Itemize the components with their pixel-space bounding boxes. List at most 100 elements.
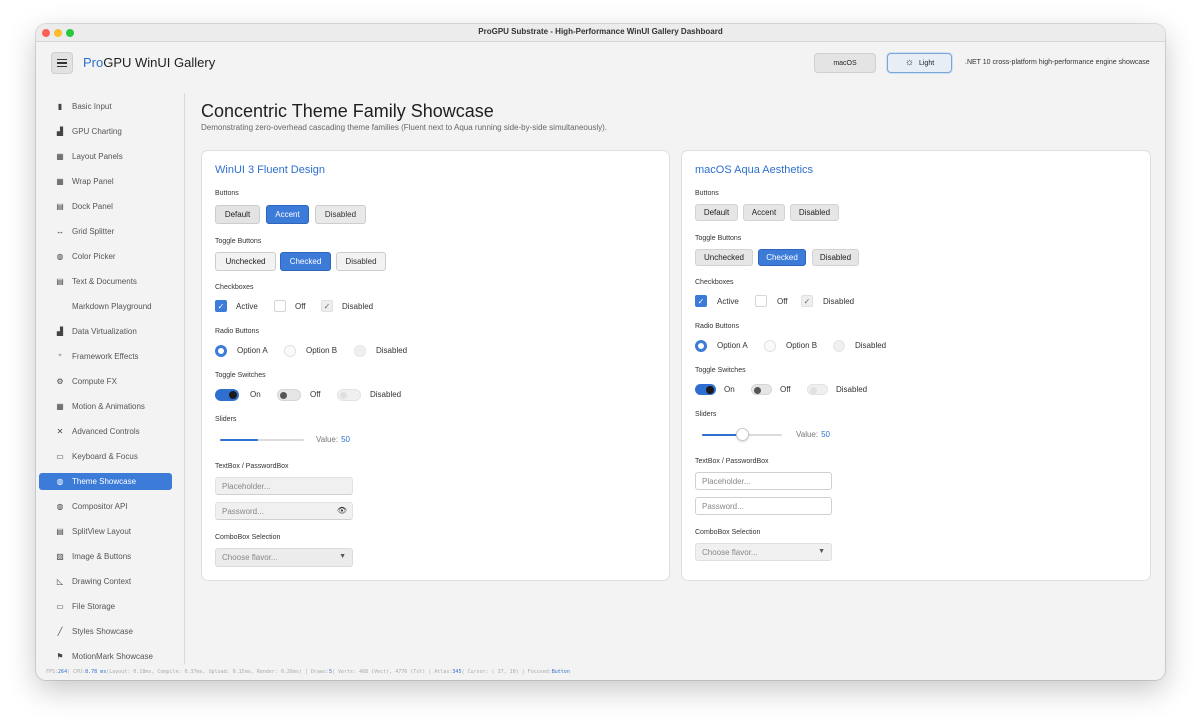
sidebar-item-keyboard-focus[interactable]: ▭ Keyboard & Focus [39, 448, 172, 465]
toggle-switch-on[interactable] [695, 384, 716, 395]
toggle-switch-disabled [807, 384, 828, 395]
accent-button[interactable]: Accent [743, 204, 785, 221]
radio-option-b[interactable] [764, 340, 776, 352]
switch-label: On [724, 385, 735, 394]
sidebar-item-splitview-layout[interactable]: ▤ SplitView Layout [39, 523, 172, 540]
arrows-horizontal-icon: ↔ [56, 227, 64, 236]
dock-icon: ▤ [56, 202, 64, 211]
sidebar-item-image-buttons[interactable]: ▨ Image & Buttons [39, 548, 172, 565]
active-checkbox[interactable]: ✓ [215, 300, 227, 312]
eye-icon[interactable]: 👁 [337, 506, 347, 515]
sidebar-item-compositor-api[interactable]: ◍ Compositor API [39, 498, 172, 515]
default-button[interactable]: Default [695, 204, 738, 221]
slider-fill [220, 439, 258, 441]
brush-icon: ╱ [57, 627, 63, 636]
off-checkbox[interactable] [755, 295, 767, 307]
card-title: macOS Aqua Aesthetics [695, 164, 814, 176]
aqua-theme-card: macOS Aqua Aesthetics Buttons Default Ac… [681, 150, 1151, 581]
chart-icon: ▟ [56, 327, 64, 336]
sidebar-item-motionmark-showcase[interactable]: ⚑ MotionMark Showcase [39, 648, 172, 665]
password-input[interactable]: Password... [695, 497, 832, 515]
section-label-radio-buttons: Radio Buttons [215, 328, 259, 335]
checkmark-icon: ✓ [803, 296, 811, 306]
textbox-input[interactable]: Placeholder... [695, 472, 832, 490]
section-label-toggle-buttons: Toggle Buttons [695, 235, 742, 242]
checkbox-label: Active [717, 297, 739, 306]
switch-label: Disabled [836, 385, 868, 394]
section-label-radio-buttons: Radio Buttons [695, 323, 739, 330]
flavor-combobox[interactable]: Choose flavor... ▼ [215, 548, 353, 567]
disabled-button: Disabled [790, 204, 839, 221]
checked-toggle-button[interactable]: Checked [280, 252, 331, 271]
section-label-combobox: ComboBox Selection [695, 529, 761, 536]
grid-icon: ▦ [56, 152, 64, 161]
slider-thumb[interactable] [736, 428, 749, 441]
sidebar-item-basic-input[interactable]: ▮ Basic Input [39, 98, 172, 115]
sidebar-item-file-storage[interactable]: ▭ File Storage [39, 598, 172, 615]
sidebar-item-gpu-charting[interactable]: ▟ GPU Charting [39, 123, 172, 140]
checkmark-icon: ✓ [323, 301, 331, 311]
sidebar-item-framework-effects[interactable]: ⁺ Framework Effects [39, 348, 172, 365]
disabled-toggle-button: Disabled [336, 252, 386, 271]
sidebar-item-theme-showcase[interactable]: ◍ Theme Showcase [39, 473, 172, 490]
sidebar-item-text-documents[interactable]: ▤ Text & Documents [39, 273, 172, 290]
sidebar: ▮ Basic Input ▟ GPU Charting ▦ Layout Panel… [36, 93, 185, 664]
off-checkbox[interactable] [274, 300, 286, 312]
switch-label: Off [780, 385, 791, 394]
radio-option-a[interactable] [695, 340, 707, 352]
gear-icon: ⚙ [56, 377, 64, 386]
sidebar-item-styles-showcase[interactable]: ╱ Styles Showcase [39, 623, 172, 640]
header-subtitle: .NET 10 cross-platform high-performance … [965, 59, 1150, 66]
default-button[interactable]: Default [215, 205, 260, 224]
section-label-toggle-buttons: Toggle Buttons [215, 238, 262, 245]
checkmark-icon: ✓ [697, 296, 705, 306]
section-label-sliders: Sliders [695, 411, 717, 418]
flavor-combobox[interactable]: Choose flavor... ▼ [695, 543, 832, 561]
palette-icon: ◍ [56, 477, 64, 486]
section-label-toggle-switches: Toggle Switches [695, 367, 746, 374]
toggle-switch-on[interactable] [215, 389, 239, 401]
checked-toggle-button[interactable]: Checked [758, 249, 806, 266]
macos-theme-button[interactable]: macOS [814, 53, 876, 73]
slider-value: Value: 50 [316, 435, 350, 444]
sidebar-item-drawing-context[interactable]: ◺ Drawing Context [39, 573, 172, 590]
toggle-switch-off[interactable] [751, 384, 772, 395]
input-icon: ▮ [57, 102, 63, 111]
password-input[interactable]: Password... 👁 [215, 502, 353, 520]
hamburger-menu-button[interactable] [51, 52, 73, 74]
sidebar-item-color-picker[interactable]: ◍ Color Picker [39, 248, 172, 265]
sidebar-item-layout-panels[interactable]: ▦ Layout Panels [39, 148, 172, 165]
sun-icon: ☼ [904, 57, 914, 68]
slider[interactable] [220, 439, 304, 441]
light-mode-button[interactable]: ☼ Light [887, 53, 952, 73]
sidebar-item-compute-fx[interactable]: ⚙ Compute FX [39, 373, 172, 390]
radio-disabled [354, 345, 366, 357]
tools-icon: ✕ [56, 427, 64, 436]
toggle-switch-disabled [337, 389, 361, 401]
main-content: Concentric Theme Family Showcase Demonst… [186, 93, 1165, 664]
unchecked-toggle-button[interactable]: Unchecked [695, 249, 753, 266]
chart-icon: ▟ [56, 127, 64, 136]
active-checkbox[interactable]: ✓ [695, 295, 707, 307]
unchecked-toggle-button[interactable]: Unchecked [215, 252, 276, 271]
radio-option-b[interactable] [284, 345, 296, 357]
page-title: Concentric Theme Family Showcase [201, 101, 494, 121]
accent-button[interactable]: Accent [266, 205, 309, 224]
sidebar-item-motion-animations[interactable]: ▦ Motion & Animations [39, 398, 172, 415]
flag-icon: ⚑ [56, 652, 64, 661]
section-label-toggle-switches: Toggle Switches [215, 372, 266, 379]
window-title: ProGPU Substrate - High-Performance WinU… [478, 27, 723, 36]
sidebar-item-wrap-panel[interactable]: ▦ Wrap Panel [39, 173, 172, 190]
image-icon: ▨ [56, 552, 64, 561]
sidebar-item-advanced-controls[interactable]: ✕ Advanced Controls [39, 423, 172, 440]
toggle-switch-off[interactable] [277, 389, 301, 401]
sidebar-item-dock-panel[interactable]: ▤ Dock Panel [39, 198, 172, 215]
app-title: ProGPU WinUI Gallery [83, 55, 216, 70]
sidebar-item-grid-splitter[interactable]: ↔ Grid Splitter [39, 223, 172, 240]
sidebar-item-markdown-playground[interactable]: Markdown Playground [39, 298, 172, 315]
document-icon: ▤ [56, 277, 64, 286]
radio-option-a[interactable] [215, 345, 227, 357]
chevron-down-icon: ▼ [339, 553, 346, 560]
sidebar-item-data-virtualization[interactable]: ▟ Data Virtualization [39, 323, 172, 340]
textbox-input[interactable]: Placeholder... [215, 477, 353, 495]
